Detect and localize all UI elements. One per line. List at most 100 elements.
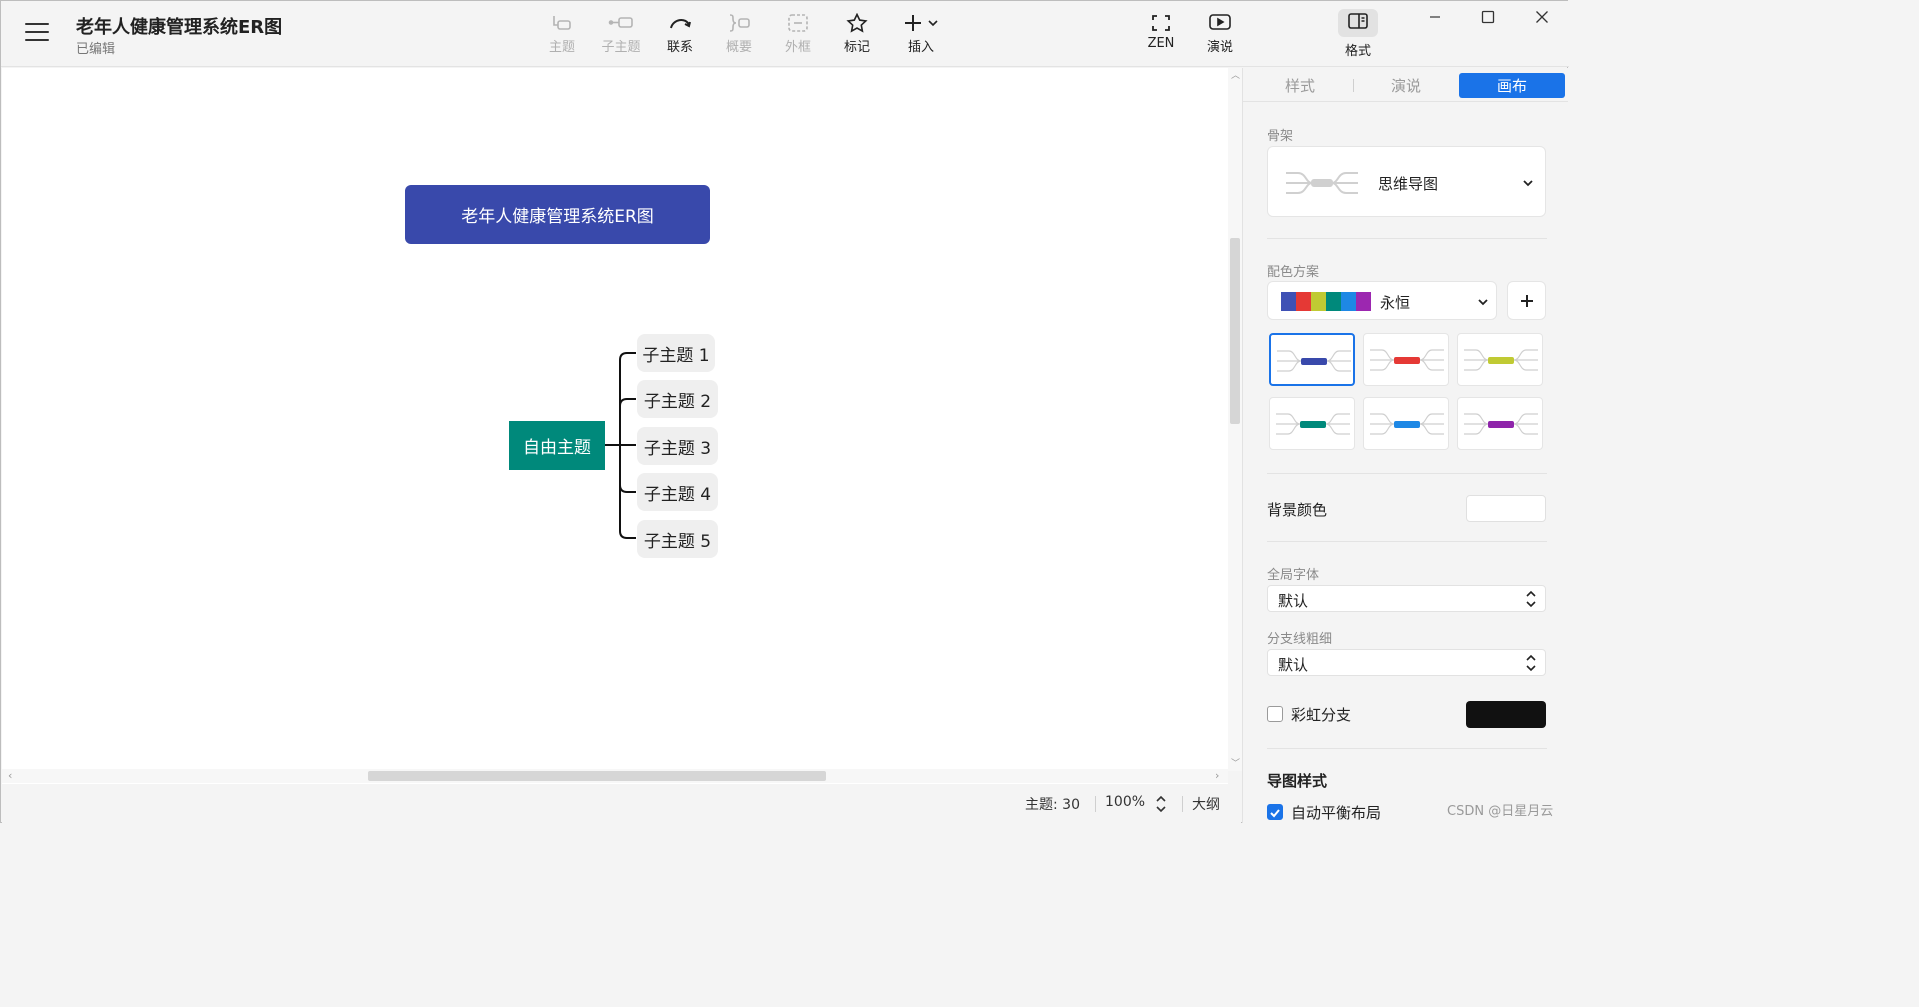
insert-subtopic-button[interactable]: 子主题 <box>594 11 648 61</box>
format-button-highlight <box>1338 9 1378 37</box>
scroll-right-arrow-icon[interactable]: › <box>1215 769 1219 782</box>
skeleton-select[interactable]: 思维导图 <box>1267 146 1546 217</box>
checkmark-icon <box>1270 809 1280 818</box>
scroll-down-arrow-icon[interactable]: ﹀ <box>1231 756 1240 769</box>
theme-thumbnail[interactable] <box>1269 397 1355 450</box>
mindmap-canvas[interactable]: 老年人健康管理系统ER图 自由主题 子主题 1 子主题 2 子主题 3 子主题 … <box>2 68 1228 784</box>
color-swatch <box>1341 292 1356 311</box>
summary-button[interactable]: 概要 <box>712 11 766 61</box>
relation-button[interactable]: 联系 <box>653 11 707 61</box>
skeleton-value: 思维导图 <box>1378 175 1439 193</box>
relation-label: 联系 <box>666 40 693 55</box>
vertical-scrollbar[interactable]: ︿ ﹀ <box>1228 68 1242 771</box>
topic-count: 主题: 30 <box>1025 797 1080 813</box>
marker-button[interactable]: 标记 <box>830 11 884 61</box>
pitch-mode-button[interactable]: 演说 <box>1193 11 1247 61</box>
scroll-up-arrow-icon[interactable]: ︿ <box>1231 68 1240 81</box>
insert-topic-label: 主题 <box>548 40 575 55</box>
theme-thumbnail[interactable] <box>1457 397 1543 450</box>
watermark-text: CSDN @日星月云 <box>1447 804 1554 819</box>
theme-thumbnail[interactable] <box>1269 333 1355 386</box>
branch-connectors <box>604 352 636 539</box>
outline-view-button[interactable]: 大纲 <box>1192 794 1220 814</box>
rainbow-branch-checkbox[interactable] <box>1267 706 1283 722</box>
color-swatch <box>1311 292 1326 311</box>
rainbow-color-picker[interactable] <box>1466 701 1546 728</box>
boundary-label: 外框 <box>784 40 811 55</box>
vertical-scroll-thumb[interactable] <box>1230 238 1240 424</box>
subtopic-node[interactable]: 子主题 4 <box>637 473 718 511</box>
status-bar: 主题: 30 100% 大纲 <box>2 784 1241 823</box>
minimize-icon <box>1430 16 1440 18</box>
chevron-down-icon <box>1478 299 1488 306</box>
theme-preview-icon <box>1277 350 1351 372</box>
zen-label: ZEN <box>1147 36 1175 51</box>
panel-tabs: 样式 演说 画布 <box>1243 68 1568 102</box>
section-divider <box>1267 748 1547 749</box>
minimize-button[interactable] <box>1413 5 1457 29</box>
section-divider <box>1267 238 1547 239</box>
plus-dropdown-icon <box>905 15 938 31</box>
mindmap-skeleton-icon <box>1286 172 1358 194</box>
boundary-icon <box>788 14 808 32</box>
theme-thumbnail[interactable] <box>1363 397 1449 450</box>
branch-width-value: 默认 <box>1278 656 1309 674</box>
branch-width-select[interactable]: 默认 <box>1267 649 1546 676</box>
app-window: 老年人健康管理系统ER图 已编辑 主题 子主题 联系 概要 外框 标记 插入 Z… <box>0 0 1569 823</box>
color-scheme-label: 配色方案 <box>1267 265 1320 280</box>
bg-color-label: 背景颜色 <box>1267 501 1328 519</box>
color-swatch <box>1356 292 1371 311</box>
insert-menu-button[interactable]: 插入 <box>894 11 948 61</box>
format-label: 格式 <box>1344 44 1371 59</box>
color-swatch <box>1326 292 1341 311</box>
maximize-button[interactable] <box>1466 5 1510 29</box>
insert-topic-button[interactable]: 主题 <box>535 11 589 61</box>
updown-icon <box>1526 590 1536 608</box>
tab-style[interactable]: 样式 <box>1263 73 1337 98</box>
bg-color-picker[interactable] <box>1466 495 1546 522</box>
theme-thumbnail[interactable] <box>1363 333 1449 386</box>
subtopic-icon <box>608 17 633 28</box>
theme-thumbnail[interactable] <box>1457 333 1543 386</box>
fullscreen-icon <box>1152 15 1170 31</box>
subtopic-node[interactable]: 子主题 1 <box>637 334 715 372</box>
subtopic-node[interactable]: 子主题 5 <box>637 520 718 558</box>
zoom-level[interactable]: 100% <box>1105 794 1145 810</box>
rainbow-branch-label: 彩虹分支 <box>1291 706 1352 724</box>
floating-topic[interactable]: 自由主题 <box>509 421 605 470</box>
side-panel-icon <box>1348 13 1368 29</box>
hamburger-menu-icon[interactable] <box>25 23 49 45</box>
status-divider <box>1182 796 1183 812</box>
central-topic[interactable]: 老年人健康管理系统ER图 <box>405 185 710 244</box>
scroll-left-arrow-icon[interactable]: ‹ <box>8 769 12 782</box>
relation-curve-icon <box>670 19 691 29</box>
format-panel-button[interactable]: 格式 <box>1331 9 1385 61</box>
boundary-button[interactable]: 外框 <box>771 11 825 61</box>
horizontal-scrollbar[interactable]: ‹ › <box>2 769 1228 783</box>
map-style-heading: 导图样式 <box>1267 772 1328 790</box>
insert-menu-label: 插入 <box>907 40 934 55</box>
add-color-scheme-button[interactable] <box>1507 281 1546 320</box>
close-window-button[interactable] <box>1520 5 1564 29</box>
summary-label: 概要 <box>725 40 752 55</box>
color-scheme-select[interactable]: 永恒 <box>1267 281 1497 320</box>
zoom-stepper-icon[interactable] <box>1155 794 1167 814</box>
play-screen-icon <box>1209 14 1231 30</box>
auto-balance-checkbox[interactable] <box>1267 804 1283 820</box>
zen-mode-button[interactable]: ZEN <box>1134 11 1188 61</box>
global-font-select[interactable]: 默认 <box>1267 585 1546 612</box>
horizontal-scroll-thumb[interactable] <box>368 771 826 781</box>
tab-canvas[interactable]: 画布 <box>1459 73 1565 98</box>
summary-brace-icon <box>729 14 750 32</box>
document-title[interactable]: 老年人健康管理系统ER图 <box>76 13 282 39</box>
document-status: 已编辑 <box>76 42 116 57</box>
tab-pitch[interactable]: 演说 <box>1369 73 1443 98</box>
theme-preview-icon <box>1370 349 1444 371</box>
auto-balance-label: 自动平衡布局 <box>1291 804 1382 822</box>
skeleton-label: 骨架 <box>1267 129 1294 144</box>
top-toolbar: 老年人健康管理系统ER图 已编辑 主题 子主题 联系 概要 外框 标记 插入 Z… <box>1 1 1569 67</box>
subtopic-node[interactable]: 子主题 3 <box>637 427 718 465</box>
color-swatch <box>1281 292 1296 311</box>
subtopic-node[interactable]: 子主题 2 <box>637 380 718 418</box>
color-swatch-strip <box>1281 292 1371 311</box>
